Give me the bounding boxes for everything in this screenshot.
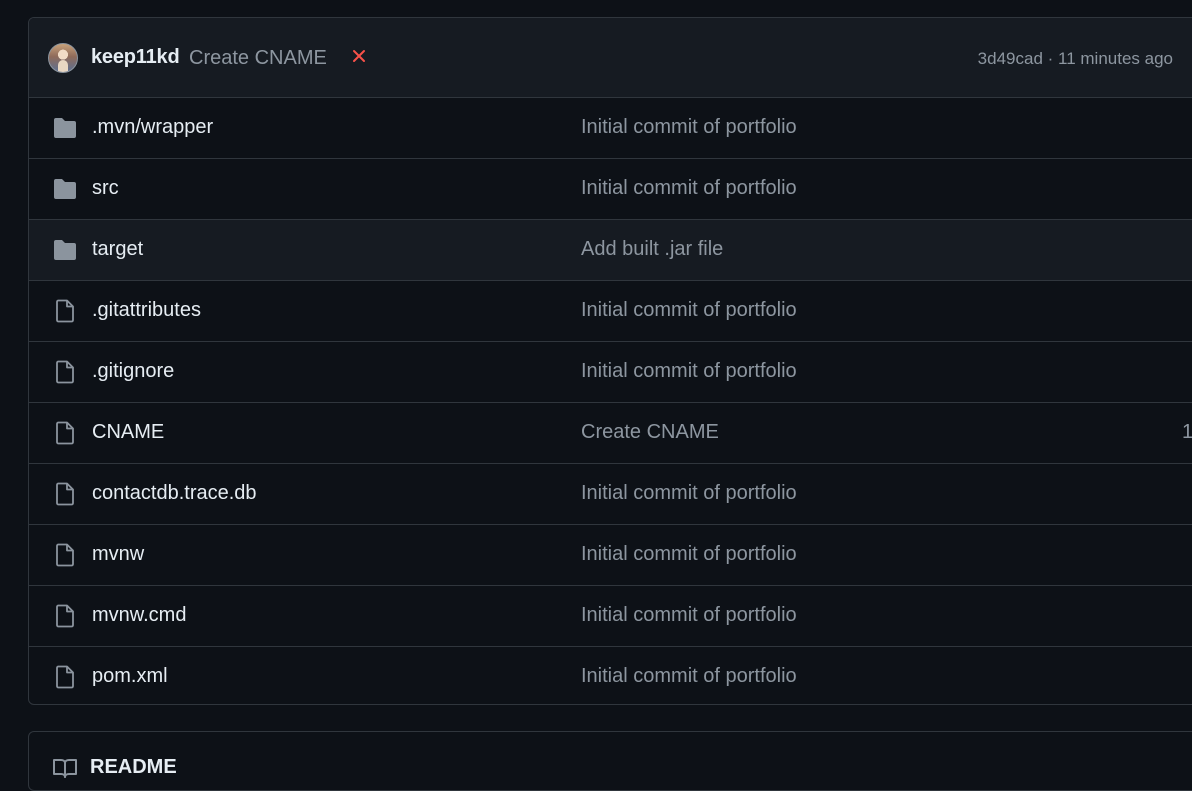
author-avatar[interactable]: [48, 43, 78, 73]
file-commit-message-link[interactable]: Initial commit of portfolio: [581, 482, 797, 505]
commit-message-link[interactable]: Create CNAME: [189, 47, 327, 70]
file-row[interactable]: .gitignore Initial commit of portfolio: [29, 342, 1192, 403]
file-name-link[interactable]: mvnw.cmd: [92, 604, 186, 627]
file-commit-date: 1: [1182, 421, 1192, 444]
file-row[interactable]: pom.xml Initial commit of portfolio: [29, 647, 1192, 704]
commit-hash-time[interactable]: 3d49cad · 11 minutes ago: [978, 49, 1173, 69]
commit-author-link[interactable]: keep11kd: [91, 46, 180, 69]
folder-icon: [52, 116, 78, 140]
file-commit-message-link[interactable]: Add built .jar file: [581, 238, 723, 261]
book-icon: [53, 759, 77, 778]
x-icon[interactable]: [351, 48, 367, 64]
folder-icon: [52, 238, 78, 262]
file-name-link[interactable]: contactdb.trace.db: [92, 482, 257, 505]
file-name-link[interactable]: pom.xml: [92, 665, 168, 688]
file-row[interactable]: CNAME Create CNAME 1: [29, 403, 1192, 464]
readme-panel: README: [28, 731, 1192, 791]
file-list: .mvn/wrapper Initial commit of portfolio s…: [29, 98, 1192, 704]
file-commit-message-link[interactable]: Initial commit of portfolio: [581, 360, 797, 383]
file-row[interactable]: contactdb.trace.db Initial commit of port…: [29, 464, 1192, 525]
file-icon: [52, 299, 78, 323]
file-commit-message-link[interactable]: Initial commit of portfolio: [581, 116, 797, 139]
file-row[interactable]: mvnw.cmd Initial commit of portfolio: [29, 586, 1192, 647]
folder-icon: [52, 177, 78, 201]
file-icon: [52, 421, 78, 445]
file-name-link[interactable]: target: [92, 238, 143, 261]
file-commit-message-link[interactable]: Initial commit of portfolio: [581, 665, 797, 688]
latest-commit-bar: keep11kd Create CNAME 3d49cad · 11 minut…: [29, 18, 1192, 98]
file-name-link[interactable]: src: [92, 177, 119, 200]
file-icon: [52, 543, 78, 567]
file-icon: [52, 360, 78, 384]
file-name-link[interactable]: .gitignore: [92, 360, 174, 383]
file-commit-message-link[interactable]: Initial commit of portfolio: [581, 543, 797, 566]
folder-row[interactable]: .mvn/wrapper Initial commit of portfolio: [29, 98, 1192, 159]
folder-row[interactable]: src Initial commit of portfolio: [29, 159, 1192, 220]
file-name-link[interactable]: .gitattributes: [92, 299, 201, 322]
file-row[interactable]: .gitattributes Initial commit of portfoli…: [29, 281, 1192, 342]
file-icon: [52, 665, 78, 689]
readme-heading[interactable]: README: [90, 756, 177, 779]
file-icon: [52, 604, 78, 628]
file-browser: keep11kd Create CNAME 3d49cad · 11 minut…: [28, 17, 1192, 705]
folder-row[interactable]: target Add built .jar file: [29, 220, 1192, 281]
file-commit-message-link[interactable]: Initial commit of portfolio: [581, 604, 797, 627]
file-name-link[interactable]: mvnw: [92, 543, 144, 566]
file-name-link[interactable]: .mvn/wrapper: [92, 116, 213, 139]
file-name-link[interactable]: CNAME: [92, 421, 164, 444]
file-commit-message-link[interactable]: Create CNAME: [581, 421, 719, 444]
file-icon: [52, 482, 78, 506]
file-commit-message-link[interactable]: Initial commit of portfolio: [581, 177, 797, 200]
file-commit-message-link[interactable]: Initial commit of portfolio: [581, 299, 797, 322]
file-row[interactable]: mvnw Initial commit of portfolio: [29, 525, 1192, 586]
